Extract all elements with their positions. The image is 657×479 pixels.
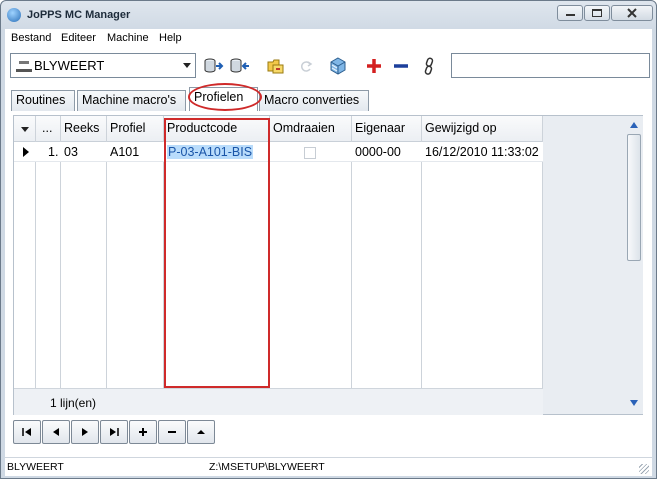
next-record-icon [82, 428, 88, 436]
record-navigator [13, 418, 643, 448]
grid-empty-area [14, 162, 543, 388]
folder-sync-icon [267, 59, 284, 74]
column-header-gewijzigd-op[interactable]: Gewijzigd op [425, 121, 497, 135]
link-button[interactable] [418, 55, 440, 77]
tab-machine-macros[interactable]: Machine macro's [77, 90, 186, 111]
vertical-scrollbar[interactable] [626, 116, 643, 414]
cell-eigenaar[interactable]: 0000-00 [355, 145, 401, 159]
cell-omdraaien-checkbox[interactable] [304, 147, 316, 159]
status-path: Z:\MSETUP\BLYWEERT [209, 461, 325, 473]
menu-bar: Bestand Editeer Machine Help [5, 29, 652, 49]
scroll-thumb[interactable] [627, 134, 641, 261]
tab-routines[interactable]: Routines [11, 90, 75, 111]
tab-highlight-ellipse [188, 83, 262, 111]
grid-footer: 1 lijn(en) [14, 388, 543, 415]
edit-record-icon [197, 430, 205, 434]
database-export-icon [230, 58, 249, 73]
remove-button[interactable] [390, 55, 412, 77]
insert-record-button[interactable] [129, 420, 157, 444]
row-count-label: 1 lijn(en) [50, 396, 97, 410]
productcode-highlight-box [164, 118, 270, 388]
minimize-icon [565, 11, 575, 16]
minimize-button[interactable] [557, 5, 583, 21]
cell-reeks[interactable]: 03 [64, 145, 78, 159]
maximize-icon [592, 9, 602, 17]
status-bar: BLYWEERT Z:\MSETUP\BLYWEERT [5, 457, 652, 476]
search-input[interactable] [451, 53, 650, 78]
chevron-down-icon[interactable] [183, 63, 191, 68]
last-record-icon [110, 428, 119, 436]
client-area: Bestand Editeer Machine Help BLYWEERT Ro… [5, 29, 652, 476]
prior-record-icon [53, 428, 59, 436]
cell-profiel[interactable]: A101 [110, 145, 139, 159]
export-button[interactable] [229, 55, 251, 77]
status-location: BLYWEERT [7, 461, 64, 473]
delete-record-button[interactable] [158, 420, 186, 444]
cube-button[interactable] [327, 55, 349, 77]
first-record-icon [22, 428, 31, 436]
next-record-button[interactable] [71, 420, 99, 444]
jopps-app-icon [7, 8, 21, 22]
database-import-icon [204, 58, 224, 73]
scroll-up-arrow-icon[interactable] [630, 122, 638, 128]
data-grid: ... Reeks Profiel Productcode Omdraaien … [13, 115, 643, 415]
delete-record-icon [168, 431, 176, 433]
close-button[interactable] [611, 5, 653, 21]
menu-bestand[interactable]: Bestand [11, 32, 51, 44]
cube-icon [330, 57, 346, 75]
import-button[interactable] [203, 55, 225, 77]
prior-record-button[interactable] [42, 420, 70, 444]
toolbar: BLYWEERT [5, 51, 652, 81]
last-record-button[interactable] [100, 420, 128, 444]
chain-icon [424, 57, 434, 75]
close-icon [627, 8, 637, 18]
add-icon [367, 59, 381, 73]
cell-no[interactable]: 1. [48, 145, 58, 159]
folder-sync-button[interactable] [265, 55, 287, 77]
chevron-down-icon[interactable] [21, 127, 29, 132]
column-header-eigenaar[interactable]: Eigenaar [355, 121, 405, 135]
menu-machine[interactable]: Machine [107, 32, 149, 44]
grid-header: ... Reeks Profiel Productcode Omdraaien … [14, 116, 543, 142]
add-button[interactable] [363, 55, 385, 77]
machine-icon [16, 60, 32, 72]
maximize-button[interactable] [584, 5, 610, 21]
edit-record-button[interactable] [187, 420, 215, 444]
location-select[interactable]: BLYWEERT [10, 53, 196, 78]
cell-gewijzigd-op[interactable]: 16/12/2010 11:33:02 [425, 145, 539, 159]
location-select-value: BLYWEERT [34, 58, 105, 73]
first-record-button[interactable] [13, 420, 41, 444]
insert-record-icon [139, 428, 147, 436]
column-header-profiel[interactable]: Profiel [110, 121, 145, 135]
current-row-indicator-icon [23, 147, 29, 157]
column-header-omdraaien[interactable]: Omdraaien [273, 121, 335, 135]
table-row[interactable]: 1. 03 A101 P-03-A101-BIS 0000-00 16/12/2… [14, 142, 543, 162]
title-bar[interactable]: JoPPS MC Manager [1, 1, 656, 29]
tab-strip: Routines Machine macro's Profielen Macro… [5, 87, 652, 111]
refresh-disabled-icon [301, 61, 313, 72]
resize-grip-icon[interactable] [639, 464, 649, 474]
refresh-button[interactable] [295, 55, 317, 77]
window-title: JoPPS MC Manager [27, 9, 131, 21]
column-header-no[interactable]: ... [42, 121, 52, 135]
menu-help[interactable]: Help [159, 32, 182, 44]
scroll-down-arrow-icon[interactable] [630, 400, 638, 406]
column-header-reeks[interactable]: Reeks [64, 121, 99, 135]
remove-icon [394, 64, 408, 68]
tab-macro-converties[interactable]: Macro converties [259, 90, 369, 111]
app-window: JoPPS MC Manager Bestand Editeer Machine… [0, 0, 657, 479]
menu-editeer[interactable]: Editeer [61, 32, 96, 44]
